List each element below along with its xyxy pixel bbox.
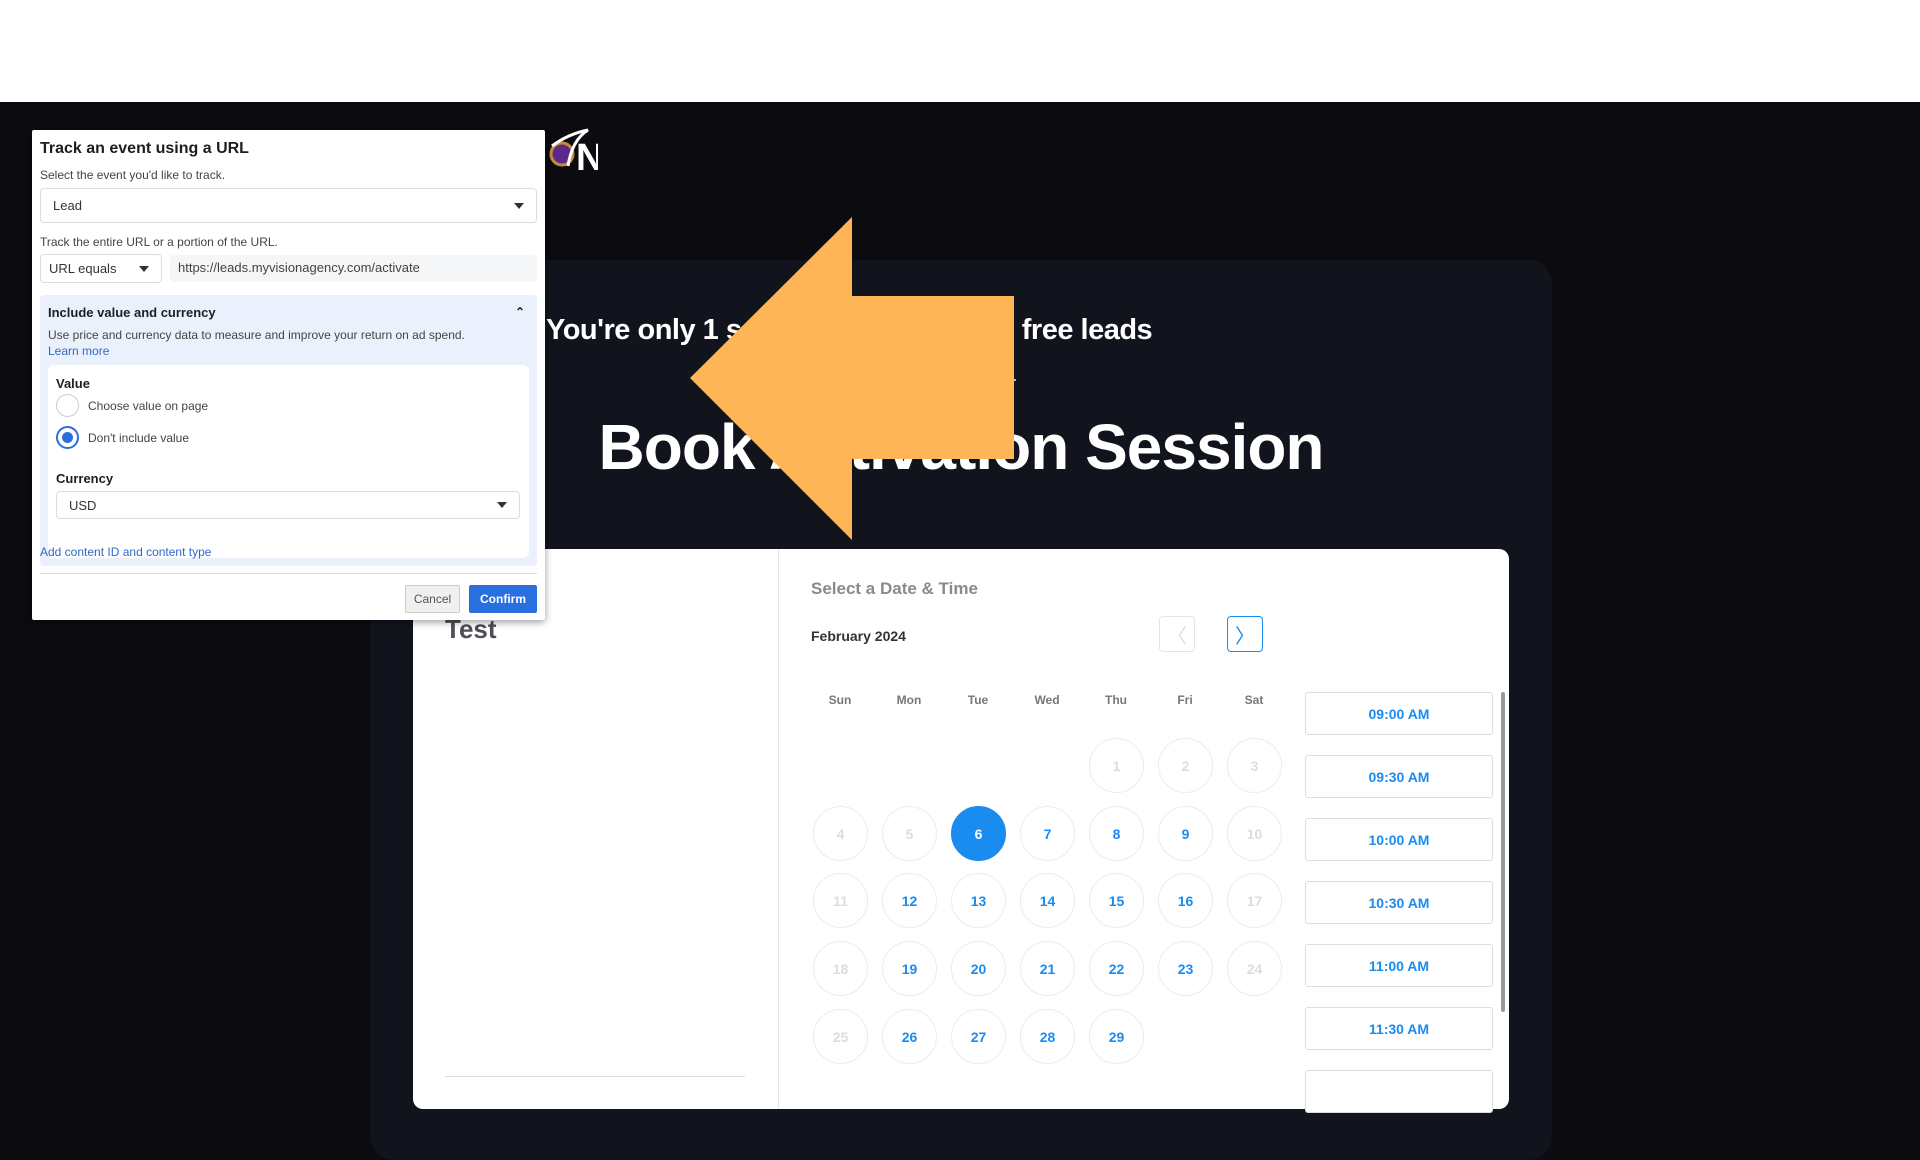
divider bbox=[40, 573, 537, 574]
section-description: Use price and currency data to measure a… bbox=[48, 328, 465, 342]
day-10: 10 bbox=[1227, 806, 1282, 861]
day-11: 11 bbox=[813, 873, 868, 928]
time-slot[interactable] bbox=[1305, 1070, 1493, 1113]
top-band bbox=[0, 0, 1920, 102]
weekday-tue: Tue bbox=[967, 693, 989, 707]
day-16[interactable]: 16 bbox=[1158, 873, 1213, 928]
page-title: Book Activation Session bbox=[598, 411, 1325, 483]
day-17: 17 bbox=[1227, 873, 1282, 928]
day-29[interactable]: 29 bbox=[1089, 1009, 1144, 1064]
prev-month-button[interactable]: 〈 bbox=[1159, 616, 1195, 652]
day-6[interactable]: 6 bbox=[951, 806, 1006, 861]
weekday-sun: Sun bbox=[828, 693, 852, 707]
day-26[interactable]: 26 bbox=[882, 1009, 937, 1064]
url-input[interactable]: https://leads.myvisionagency.com/activat… bbox=[170, 255, 537, 282]
scrollbar[interactable] bbox=[1501, 692, 1505, 1012]
event-label: Select the event you'd like to track. bbox=[40, 168, 226, 182]
track-event-dialog: Track an event using a URL Select the ev… bbox=[32, 130, 545, 620]
day-19[interactable]: 19 bbox=[882, 941, 937, 996]
time-slot[interactable]: 09:30 AM bbox=[1305, 755, 1493, 798]
radio-choose-value[interactable] bbox=[56, 394, 79, 417]
chevron-left-icon: 〈 bbox=[1167, 625, 1187, 648]
radio-dont-include[interactable] bbox=[56, 426, 79, 449]
weekday-fri: Fri bbox=[1177, 693, 1193, 707]
learn-more-link[interactable]: Learn more bbox=[48, 344, 109, 358]
day-8[interactable]: 8 bbox=[1089, 806, 1144, 861]
day-2: 2 bbox=[1158, 738, 1213, 793]
cancel-button[interactable]: Cancel bbox=[405, 585, 460, 613]
time-slot[interactable]: 09:00 AM bbox=[1305, 692, 1493, 735]
event-select[interactable]: Lead bbox=[40, 188, 537, 223]
day-5: 5 bbox=[882, 806, 937, 861]
value-currency-section: Include value and currency ⌃ Use price a… bbox=[40, 295, 537, 566]
day-20[interactable]: 20 bbox=[951, 941, 1006, 996]
panel-divider bbox=[778, 549, 779, 1109]
url-match-value: URL equals bbox=[49, 261, 117, 276]
next-month-button[interactable]: 〉 bbox=[1227, 616, 1263, 652]
radio-label: Choose value on page bbox=[88, 399, 209, 413]
logo-icon: N bbox=[549, 128, 598, 176]
day-13[interactable]: 13 bbox=[951, 873, 1006, 928]
day-24: 24 bbox=[1227, 941, 1282, 996]
section-title: Select a Date & Time bbox=[811, 579, 978, 598]
currency-value: USD bbox=[69, 497, 97, 513]
day-21[interactable]: 21 bbox=[1020, 941, 1075, 996]
value-label: Value bbox=[56, 376, 90, 391]
url-label: Track the entire URL or a portion of the… bbox=[40, 235, 278, 249]
day-28[interactable]: 28 bbox=[1020, 1009, 1075, 1064]
caret-down-icon bbox=[139, 265, 149, 272]
day-18: 18 bbox=[813, 941, 868, 996]
logo-letter: N bbox=[576, 137, 598, 176]
divider bbox=[998, 379, 1016, 381]
divider bbox=[445, 1076, 745, 1077]
day-22[interactable]: 22 bbox=[1089, 941, 1144, 996]
confirm-button[interactable]: Confirm bbox=[469, 585, 537, 613]
url-match-select[interactable]: URL equals bbox=[40, 254, 162, 283]
hero-headline: You're only 1 s ivating your 20 free lea… bbox=[546, 314, 1153, 346]
chevron-up-icon[interactable]: ⌃ bbox=[515, 305, 525, 319]
caret-down-icon bbox=[497, 502, 507, 508]
day-25: 25 bbox=[813, 1009, 868, 1064]
day-3: 3 bbox=[1227, 738, 1282, 793]
add-content-link[interactable]: Add content ID and content type bbox=[40, 545, 211, 559]
booking-card: Test Select a Date & Time February 2024 … bbox=[413, 549, 1509, 1113]
dialog-title: Track an event using a URL bbox=[40, 140, 249, 157]
day-9[interactable]: 9 bbox=[1158, 806, 1213, 861]
time-slot[interactable]: 10:00 AM bbox=[1305, 818, 1493, 861]
time-slot[interactable]: 10:30 AM bbox=[1305, 881, 1493, 924]
value-panel: Value Choose value on page Don't include… bbox=[48, 365, 529, 558]
day-27[interactable]: 27 bbox=[951, 1009, 1006, 1064]
weekday-mon: Mon bbox=[896, 693, 922, 707]
time-slot[interactable]: 11:30 AM bbox=[1305, 1007, 1493, 1050]
day-23[interactable]: 23 bbox=[1158, 941, 1213, 996]
caret-down-icon bbox=[514, 202, 524, 209]
month-label: February 2024 bbox=[811, 628, 906, 644]
currency-select[interactable]: USD bbox=[56, 491, 520, 519]
day-7[interactable]: 7 bbox=[1020, 806, 1075, 861]
currency-label: Currency bbox=[56, 471, 114, 486]
weekday-sat: Sat bbox=[1244, 693, 1264, 707]
time-slot[interactable]: 11:00 AM bbox=[1305, 944, 1493, 987]
day-14[interactable]: 14 bbox=[1020, 873, 1075, 928]
section-title: Include value and currency bbox=[48, 305, 216, 320]
day-12[interactable]: 12 bbox=[882, 873, 937, 928]
day-15[interactable]: 15 bbox=[1089, 873, 1144, 928]
weekday-wed: Wed bbox=[1034, 693, 1060, 707]
chevron-right-icon: 〉 bbox=[1235, 625, 1255, 648]
day-4: 4 bbox=[813, 806, 868, 861]
event-value: Lead bbox=[53, 198, 82, 213]
weekday-thu: Thu bbox=[1105, 693, 1127, 707]
day-1: 1 bbox=[1089, 738, 1144, 793]
radio-label: Don't include value bbox=[88, 431, 190, 445]
